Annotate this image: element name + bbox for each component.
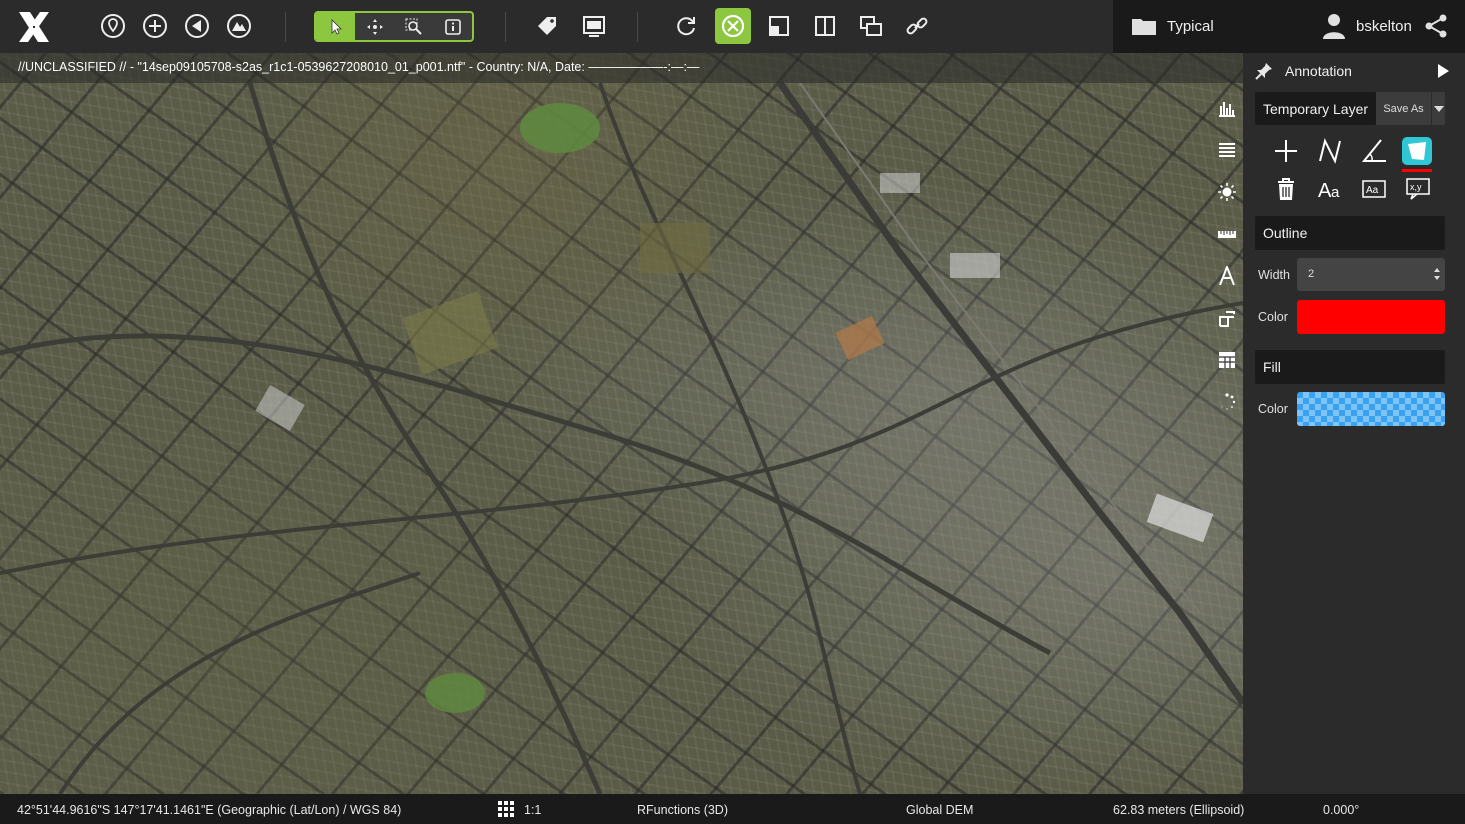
functions-readout[interactable]: RFunctions (3D) (637, 803, 728, 817)
width-label: Width (1258, 268, 1290, 282)
scale-readout[interactable]: 1:1 (524, 803, 541, 817)
link-icon[interactable] (899, 8, 935, 44)
satellite-map-view[interactable]: //UNCLASSIFIED // - "14sep09105708-s2as_… (0, 53, 1243, 794)
polygon-icon[interactable] (1402, 137, 1432, 165)
classification-banner: //UNCLASSIFIED // - "14sep09105708-s2as_… (0, 53, 1243, 83)
outline-width-stepper[interactable]: 2 (1297, 258, 1445, 291)
rotation-readout[interactable]: 0.000° (1323, 803, 1359, 817)
tag-icon[interactable] (530, 8, 566, 44)
crosshair-icon[interactable] (715, 8, 751, 44)
status-bar: 42°51'44.9616"S 147°17'41.1461"E (Geogra… (0, 794, 1465, 824)
outline-section-header: Outline (1255, 216, 1445, 250)
workspace-name[interactable]: Typical (1167, 18, 1214, 35)
crop-icon[interactable] (1212, 303, 1242, 333)
text-box-icon[interactable]: Aa (1358, 174, 1390, 204)
histogram-icon[interactable] (1212, 93, 1242, 123)
svg-text:A: A (1318, 180, 1332, 202)
split-vertical-icon[interactable] (807, 8, 843, 44)
panel-header: Annotation (1243, 53, 1465, 87)
pan-icon[interactable] (355, 13, 394, 40)
navigate-icon[interactable] (179, 8, 215, 44)
grid-table-icon[interactable] (1212, 345, 1242, 375)
username[interactable]: bskelton (1356, 18, 1412, 35)
pin-icon[interactable] (1255, 62, 1273, 80)
selected-tool-indicator (1402, 169, 1432, 172)
svg-text:x,y: x,y (1410, 182, 1422, 192)
spinner-icon[interactable] (1433, 266, 1441, 282)
folder-icon[interactable] (1132, 17, 1156, 35)
sync-icon[interactable] (668, 8, 704, 44)
layers-icon[interactable] (1212, 135, 1242, 165)
add-circle-icon[interactable] (137, 8, 173, 44)
save-as-dropdown-icon[interactable] (1431, 92, 1445, 125)
outline-title: Outline (1263, 225, 1308, 241)
fill-section-header: Fill (1255, 350, 1445, 384)
grid-icon[interactable] (498, 801, 514, 817)
delete-icon[interactable] (1270, 174, 1302, 204)
text-icon[interactable] (1212, 261, 1242, 291)
toolbar-divider (505, 12, 506, 42)
font-icon[interactable]: Aa (1314, 174, 1346, 204)
outline-color-label: Color (1258, 310, 1288, 324)
user-icon[interactable] (1322, 13, 1346, 39)
screen-icon[interactable] (576, 8, 612, 44)
brightness-icon[interactable] (1212, 177, 1242, 207)
polyline-icon[interactable] (1314, 136, 1346, 166)
plus-icon[interactable] (1270, 136, 1302, 166)
xy-label-icon[interactable]: x,y (1402, 174, 1434, 204)
layer-selector[interactable]: Temporary Layer (1255, 92, 1376, 125)
svg-text:Aa: Aa (1366, 185, 1379, 196)
x-logo[interactable] (16, 9, 52, 45)
toolbar-divider (637, 12, 638, 42)
collapse-icon[interactable] (1436, 63, 1450, 79)
info-icon[interactable] (433, 13, 472, 40)
terrain-icon[interactable] (221, 8, 257, 44)
split-corner-icon[interactable] (761, 8, 797, 44)
fill-color-label: Color (1258, 402, 1288, 416)
map-side-tools (1210, 93, 1243, 413)
annotation-panel: Annotation Temporary Layer Save As Aa Aa… (1243, 53, 1465, 794)
select-icon[interactable] (316, 13, 355, 40)
classification-text: //UNCLASSIFIED // - "14sep09105708-s2as_… (18, 60, 700, 74)
outline-color-swatch[interactable] (1297, 300, 1445, 334)
workspace-user-area: Typical bskelton (1113, 0, 1465, 53)
fill-color-swatch[interactable] (1297, 392, 1445, 426)
map-imagery (0, 80, 1243, 794)
layer-name: Temporary Layer (1263, 101, 1369, 117)
angle-icon[interactable] (1358, 136, 1390, 166)
toolbar-divider (285, 12, 286, 42)
coordinates-readout[interactable]: 42°51'44.9616"S 147°17'41.1461"E (Geogra… (17, 803, 401, 817)
overlap-icon[interactable] (853, 8, 889, 44)
loading-icon[interactable] (1212, 387, 1242, 417)
map-pin-icon[interactable] (95, 8, 131, 44)
zoom-icon[interactable] (394, 13, 433, 40)
ruler-icon[interactable] (1212, 219, 1242, 249)
panel-title: Annotation (1285, 63, 1352, 79)
mode-group (314, 11, 474, 42)
top-toolbar: Typical bskelton (0, 0, 1465, 53)
height-readout: 62.83 meters (Ellipsoid) (1113, 803, 1245, 817)
svg-text:a: a (1331, 184, 1340, 201)
width-value: 2 (1308, 268, 1315, 280)
share-icon[interactable] (1424, 14, 1448, 38)
fill-title: Fill (1263, 359, 1281, 375)
save-as-button[interactable]: Save As (1376, 92, 1431, 125)
elevation-source[interactable]: Global DEM (906, 803, 973, 817)
